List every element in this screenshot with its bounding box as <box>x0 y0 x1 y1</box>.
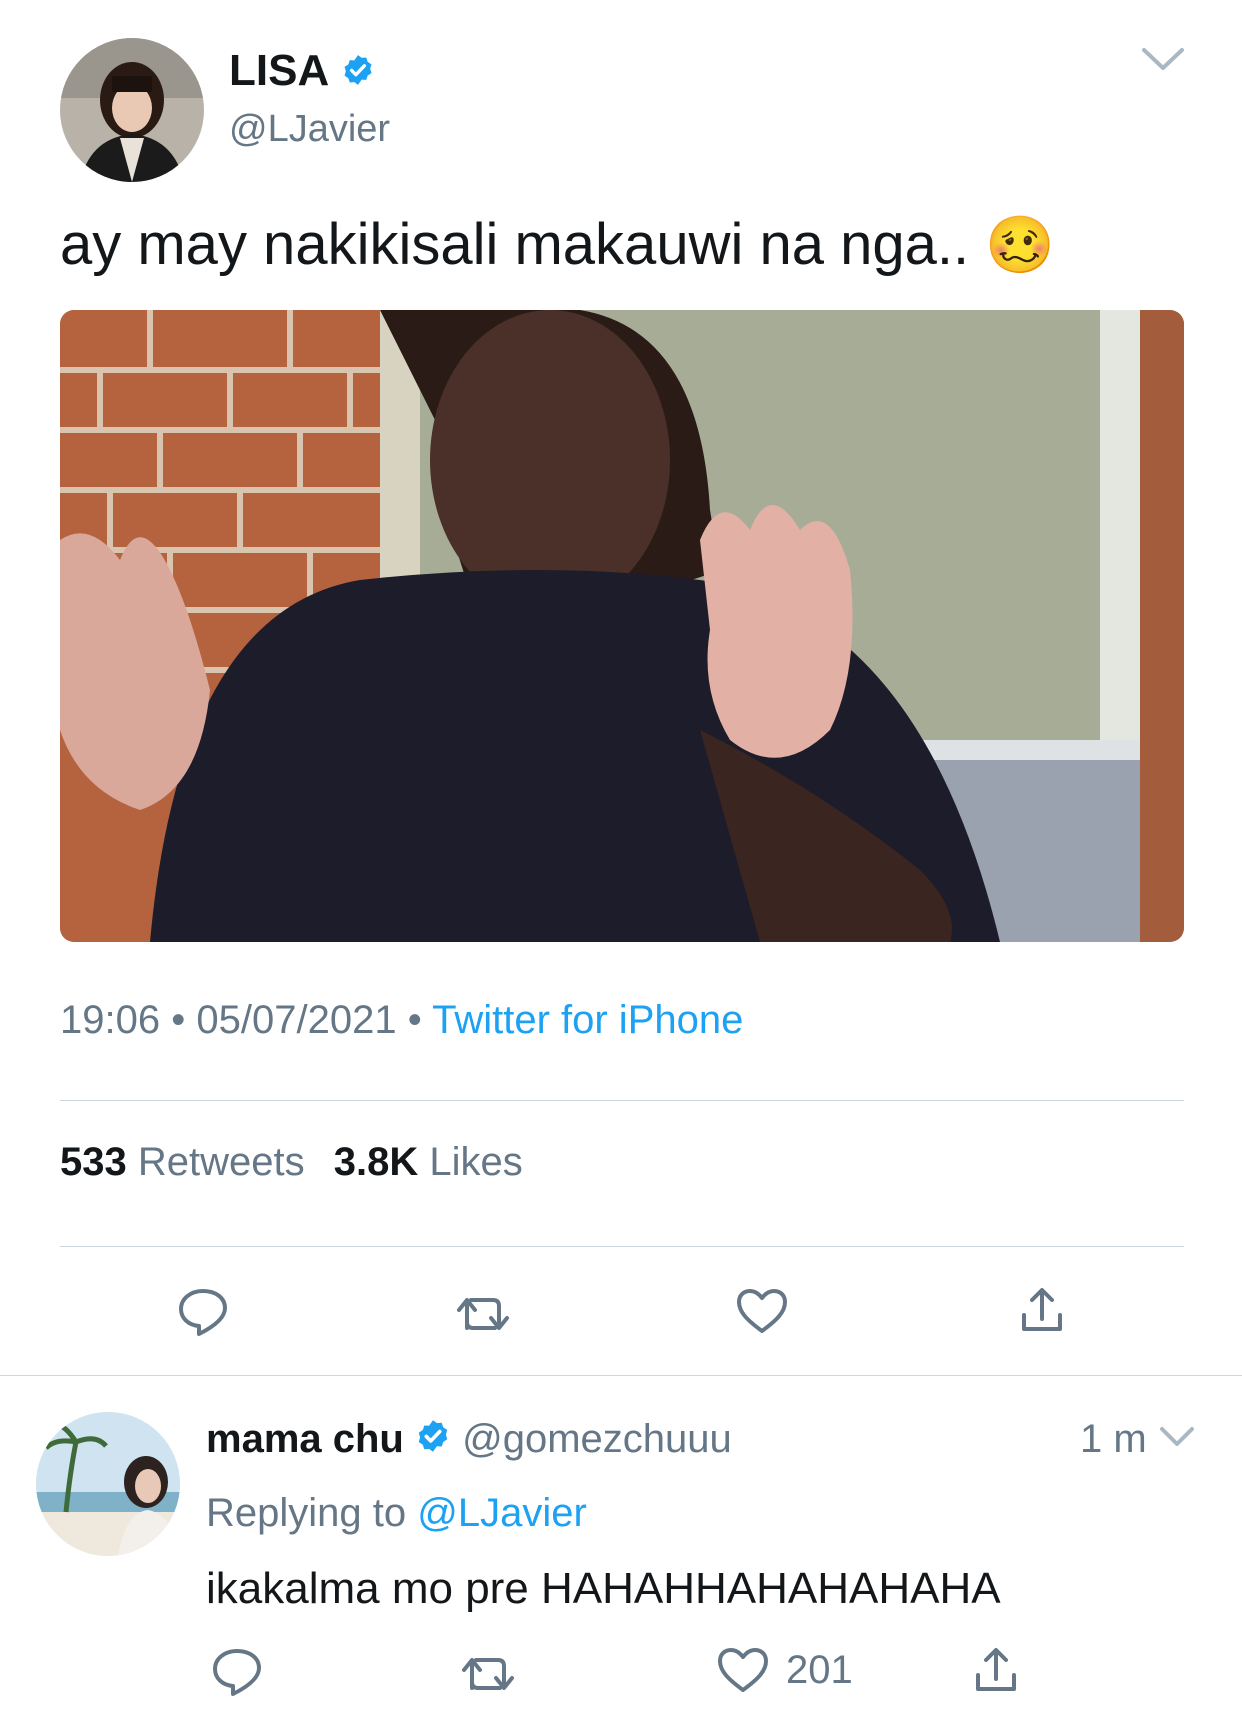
meta-separator: • <box>407 998 422 1042</box>
retweets-label: Retweets <box>137 1140 305 1184</box>
retweets-stat[interactable]: 533 Retweets <box>60 1140 316 1184</box>
like-button[interactable] <box>735 1287 789 1335</box>
likes-count: 3.8K <box>333 1140 419 1184</box>
share-icon <box>976 1648 1016 1691</box>
reply-icon <box>179 1289 227 1336</box>
divider <box>0 1375 1242 1376</box>
tweet-meta-row: 19:06 • 05/07/2021 • Twitter for iPhone <box>60 995 743 1045</box>
replying-to-handle[interactable]: @LJavier <box>417 1491 587 1535</box>
divider <box>60 1100 1184 1101</box>
likes-stat[interactable]: 3.8K Likes <box>334 1140 523 1184</box>
chevron-down-icon[interactable] <box>1140 44 1186 79</box>
replying-to-row: Replying to @LJavier <box>206 1488 587 1538</box>
share-button[interactable] <box>1018 1285 1066 1335</box>
reply-author-name[interactable]: mama chu <box>206 1417 404 1461</box>
tweet-date: 05/07/2021 <box>196 998 397 1042</box>
retweet-icon <box>457 1298 509 1330</box>
verified-badge-icon <box>341 46 375 100</box>
tweet-time: 19:06 <box>60 998 161 1042</box>
author-name[interactable]: LISA <box>229 46 329 95</box>
reply-author-handle[interactable]: @gomezchuuu <box>462 1417 732 1461</box>
reply-text: ikakalma mo pre HAHAHHAHAHAHAHA <box>206 1564 1001 1613</box>
reply-button[interactable] <box>177 1287 229 1337</box>
retweets-count: 533 <box>60 1140 127 1184</box>
reply-like-button[interactable]: 201 <box>716 1646 853 1694</box>
like-icon <box>718 1648 768 1692</box>
reply-author-avatar[interactable] <box>36 1412 180 1556</box>
divider <box>60 1246 1184 1247</box>
retweet-icon <box>462 1658 514 1690</box>
tweet-stats-row: 533 Retweets 3.8K Likes <box>60 1137 523 1187</box>
like-icon <box>737 1289 787 1333</box>
reply-like-count: 201 <box>786 1647 853 1692</box>
reply-time: 1 m <box>1080 1417 1147 1461</box>
tweet-text-row: ay may nakikisali makauwi na nga.. 🥴 <box>60 210 1055 280</box>
author-handle[interactable]: @LJavier <box>229 106 390 152</box>
tweet-source-link[interactable]: Twitter for iPhone <box>432 998 743 1042</box>
reply-share-button[interactable] <box>972 1645 1020 1695</box>
reply-reply-button[interactable] <box>211 1647 263 1697</box>
reply-retweet-button[interactable] <box>460 1652 516 1696</box>
verified-badge-icon <box>415 1416 451 1466</box>
tweet-text: ay may nakikisali makauwi na nga.. <box>60 212 970 277</box>
likes-label: Likes <box>429 1140 523 1184</box>
author-avatar[interactable] <box>60 38 204 182</box>
woozy-face-emoji: 🥴 <box>985 213 1055 276</box>
chevron-down-icon[interactable] <box>1158 1424 1196 1455</box>
reply-icon <box>213 1649 261 1696</box>
tweet-media-image[interactable] <box>60 310 1184 942</box>
share-icon <box>1022 1288 1062 1331</box>
reply-header-row: mama chu @gomezchuuu <box>206 1414 732 1466</box>
meta-separator: • <box>171 998 186 1042</box>
replying-to-label: Replying to <box>206 1491 407 1535</box>
retweet-button[interactable] <box>455 1292 511 1336</box>
